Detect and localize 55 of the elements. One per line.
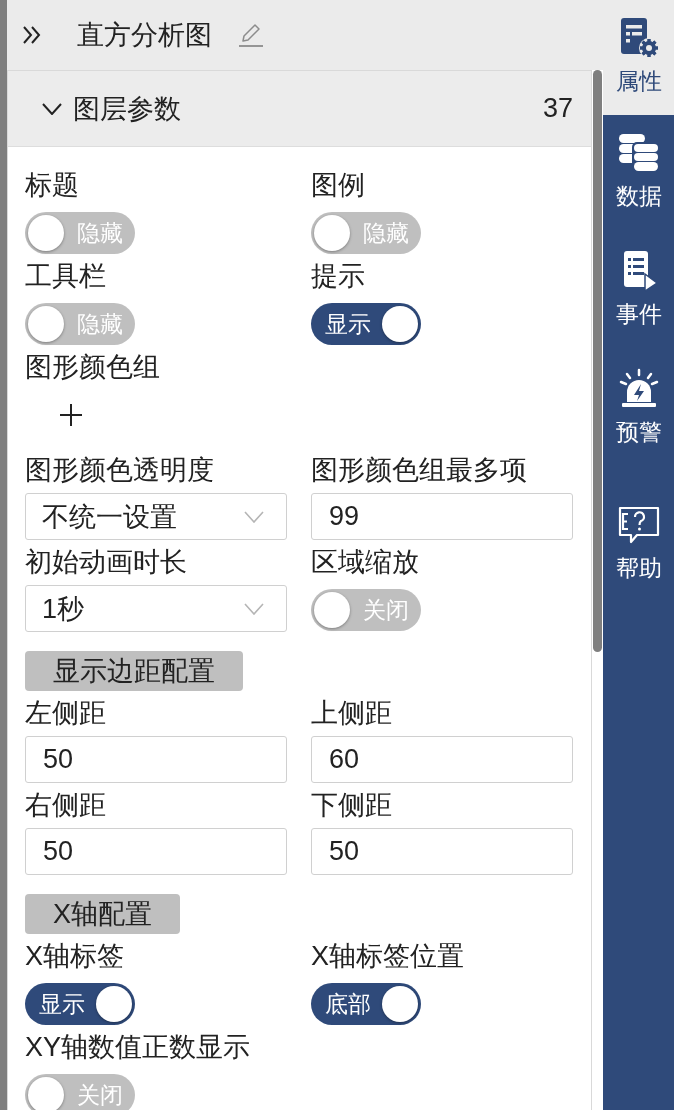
toggle-switch[interactable]: 底部 bbox=[311, 983, 421, 1025]
sidebar-tab[interactable]: 预警 bbox=[603, 351, 674, 469]
field-label: 图形颜色组 bbox=[25, 351, 160, 384]
chevron-down-icon bbox=[244, 510, 264, 523]
sidebar-tab[interactable]: 数据 bbox=[603, 115, 674, 233]
field-label: 标题 bbox=[25, 169, 79, 202]
toggle-switch[interactable]: 显示 bbox=[311, 303, 421, 345]
field-label: 左侧距 bbox=[25, 697, 106, 730]
field-label: X轴标签 bbox=[25, 940, 124, 973]
field-label: 图形颜色透明度 bbox=[25, 454, 214, 487]
field-label: 工具栏 bbox=[25, 260, 106, 293]
dropdown[interactable]: 不统一设置 bbox=[25, 493, 287, 540]
sidebar-tab[interactable]: 属性 bbox=[603, 0, 674, 115]
dropdown[interactable]: 1秒 bbox=[25, 585, 287, 632]
field-label: 初始动画时长 bbox=[25, 546, 187, 579]
section-header[interactable]: 图层参数 37 bbox=[8, 71, 591, 147]
field-label: 右侧距 bbox=[25, 789, 106, 822]
number-input[interactable]: 99 bbox=[311, 493, 573, 540]
section-title: 图层参数 bbox=[73, 92, 182, 126]
number-input[interactable]: 50 bbox=[25, 828, 287, 875]
config-button[interactable]: X轴配置 bbox=[25, 894, 180, 934]
field-label: 上侧距 bbox=[311, 697, 392, 730]
switch-knob-icon bbox=[382, 306, 418, 342]
database-icon bbox=[617, 132, 660, 174]
number-input[interactable]: 50 bbox=[311, 828, 573, 875]
number-input[interactable]: 60 bbox=[311, 736, 573, 783]
sidebar-tab[interactable]: 帮助 bbox=[603, 487, 674, 605]
switch-knob-icon bbox=[314, 592, 350, 628]
sidebar-tab[interactable]: 事件 bbox=[603, 233, 674, 351]
field-label: 提示 bbox=[311, 260, 365, 293]
switch-knob-icon bbox=[96, 986, 132, 1022]
switch-knob-icon bbox=[28, 215, 64, 251]
switch-knob-icon bbox=[314, 215, 350, 251]
switch-knob-icon bbox=[28, 1077, 64, 1110]
toggle-switch[interactable]: 显示 bbox=[25, 983, 135, 1025]
panel-title: 直方分析图 bbox=[77, 19, 212, 52]
scrollbar-thumb[interactable] bbox=[593, 70, 602, 652]
number-input[interactable]: 50 bbox=[25, 736, 287, 783]
field-label: X轴标签位置 bbox=[311, 940, 464, 973]
field-label: 区域缩放 bbox=[311, 546, 419, 579]
switch-knob-icon bbox=[382, 986, 418, 1022]
pencil-icon[interactable] bbox=[238, 22, 264, 48]
help-bubble-icon bbox=[617, 504, 660, 546]
field-label: 下侧距 bbox=[311, 789, 392, 822]
field-label: XY轴数值正数显示 bbox=[25, 1031, 251, 1064]
field-label: 图例 bbox=[311, 169, 365, 202]
siren-icon bbox=[617, 368, 660, 410]
item-count: 37 bbox=[542, 93, 573, 124]
field-label: 图形颜色组最多项 bbox=[311, 454, 527, 487]
chevron-down-icon bbox=[244, 602, 264, 615]
switch-knob-icon bbox=[28, 306, 64, 342]
config-button[interactable]: 显示边距配置 bbox=[25, 651, 243, 691]
chevron-down-icon[interactable] bbox=[42, 102, 62, 115]
plus-icon[interactable] bbox=[60, 404, 82, 426]
double-chevron-icon[interactable] bbox=[22, 25, 42, 45]
